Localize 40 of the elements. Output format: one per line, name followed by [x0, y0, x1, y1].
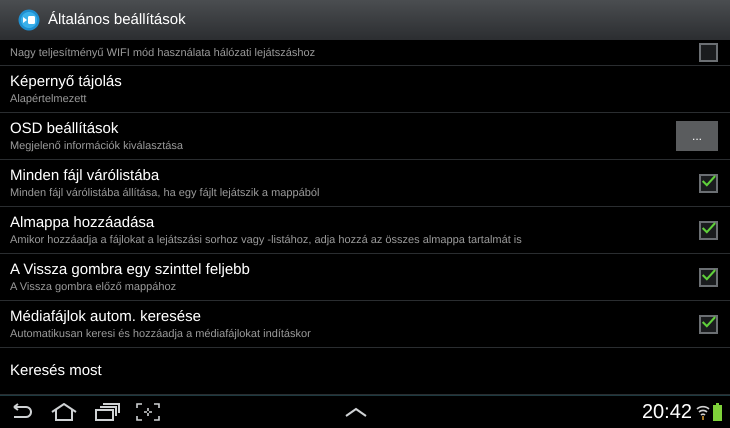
setting-summary: Megjelenő információk kiválasztása [10, 139, 184, 153]
chevron-up-icon[interactable] [344, 406, 367, 418]
checkbox[interactable] [699, 314, 718, 334]
setting-title: Minden fájl várólistába [10, 166, 160, 186]
setting-summary: Automatikusan keresi és hozzáadja a médiafájlokat indításkor [10, 327, 312, 341]
checkmark-icon [701, 173, 716, 189]
setting-row[interactable]: A Vissza gombra egy szinttel feljebb A Vissza gombra előző mappához [0, 254, 730, 301]
setting-row[interactable]: OSD beállítások Megjelenő információk kiválasztása ... [0, 113, 730, 160]
battery-icon [713, 403, 722, 421]
setting-row[interactable]: Nagy teljesítményű WIFI mód használata hálózati lejátszáshoz [0, 40, 730, 66]
setting-title: Képernyő tájolás [10, 72, 123, 92]
window-title: Általános beállítások [48, 10, 186, 30]
setting-title: A Vissza gombra egy szinttel feljebb [10, 260, 251, 280]
setting-summary: Alapértelmezett [10, 92, 88, 106]
setting-title: Keresés most [10, 361, 103, 381]
checkbox[interactable] [699, 220, 718, 240]
recent-apps-icon[interactable] [94, 403, 120, 421]
setting-row[interactable]: Képernyő tájolás Alapértelmezett [0, 66, 730, 113]
setting-row[interactable]: Médiafájlok autom. keresése Automatikusan keresi és hozzáadja a médiafájlokat indításkor [0, 301, 730, 348]
setting-row[interactable]: Minden fájl várólistába Minden fájl várólistába állítása, ha egy fájlt lejátszik a mappából [0, 160, 730, 207]
setting-summary: A Vissza gombra előző mappához [10, 280, 178, 294]
setting-title: Almappa hozzáadása [10, 213, 156, 233]
setting-summary: Minden fájl várólistába állítása, ha egy fájlt lejátszik a mappából [10, 186, 320, 200]
home-icon[interactable] [50, 403, 78, 421]
checkbox[interactable] [699, 43, 718, 62]
setting-title: OSD beállítások [10, 119, 120, 139]
clock: 20:42 [642, 400, 692, 425]
app-logo-icon [18, 9, 40, 31]
checkmark-icon [701, 220, 716, 236]
checkmark-icon [701, 314, 716, 330]
setting-summary: Nagy teljesítményű WIFI mód használata hálózati lejátszáshoz [10, 46, 316, 60]
more-button[interactable]: ... [676, 121, 718, 151]
checkbox[interactable] [699, 268, 718, 286]
checkbox[interactable] [699, 174, 718, 192]
wifi-icon [696, 404, 710, 420]
setting-title: Médiafájlok autom. keresése [10, 307, 202, 327]
setting-summary: Amikor hozzáadja a fájlokat a lejátszási sorhoz vagy -listához, adja hozzá az összes almappa tartalmát is [10, 233, 523, 247]
setting-row[interactable]: Almappa hozzáadása Amikor hozzáadja a fájlokat a lejátszási sorhoz vagy -listához, adja hozzá az összes almappa tartalmát is [0, 207, 730, 254]
screenshot-icon[interactable] [136, 403, 160, 421]
checkmark-icon [701, 267, 716, 283]
